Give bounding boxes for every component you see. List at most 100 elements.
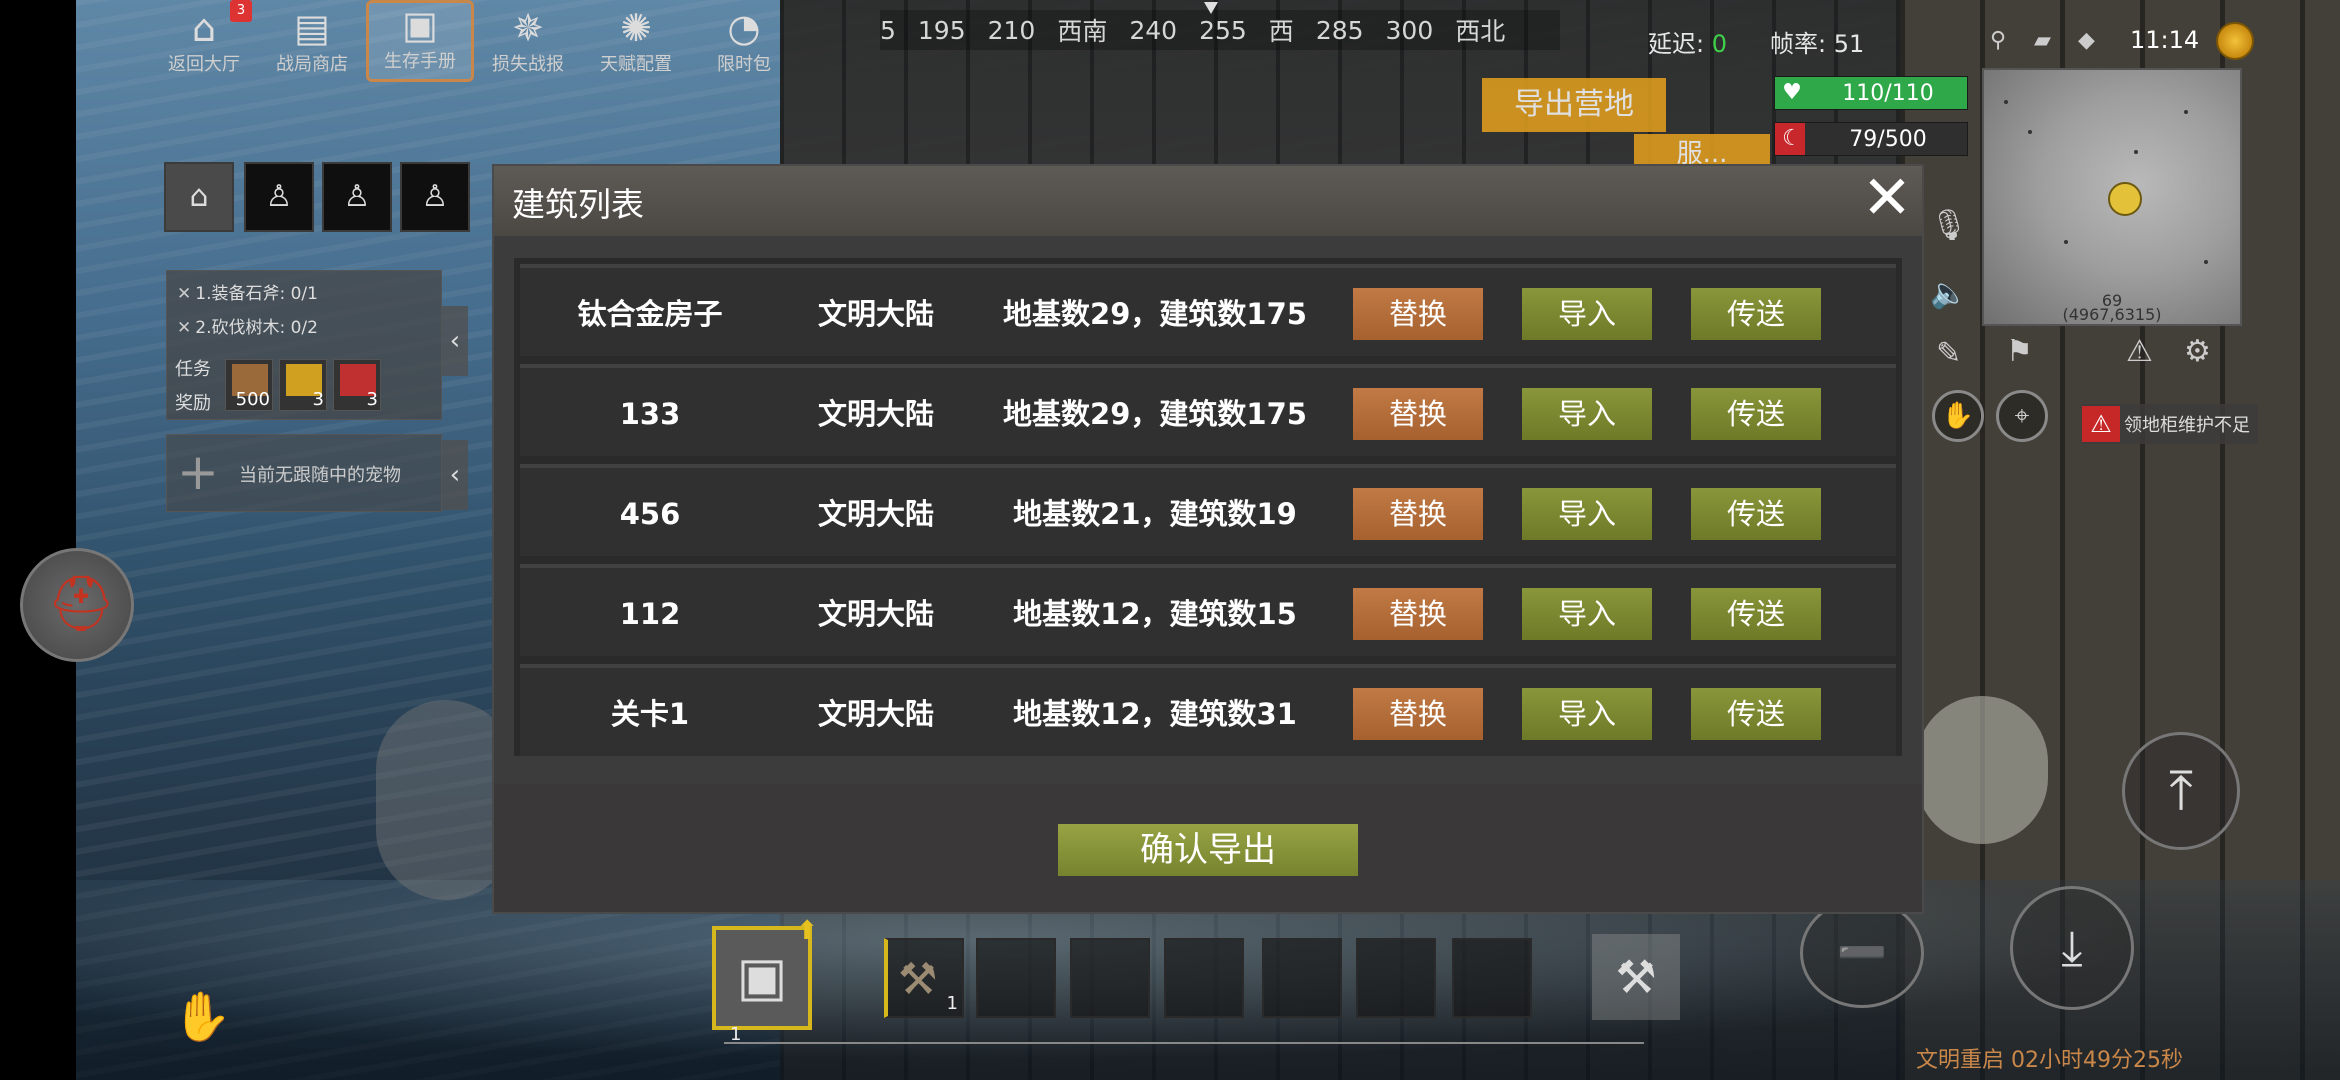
confirm-export-button[interactable]: 确认导出 xyxy=(1058,824,1358,876)
heart-icon: ♥ xyxy=(1782,80,1802,105)
building-name: 112 xyxy=(619,597,681,631)
pen-icon[interactable]: ✎ xyxy=(1936,336,1961,371)
spartan-helmet-icon: ⛑ xyxy=(47,572,116,635)
export-camp-button[interactable]: 导出营地 xyxy=(1482,78,1666,132)
hotbar-slot[interactable]: ⚒ 1 xyxy=(884,938,964,1018)
compass-tick: 285 xyxy=(1315,15,1364,45)
sun-icon[interactable] xyxy=(2216,22,2254,60)
backpack-button[interactable]: ▣ ⬆ xyxy=(712,916,818,1030)
replace-button[interactable]: 替换 xyxy=(1353,488,1483,540)
minimap-coordinates: (4967,6315) xyxy=(2062,305,2162,324)
task-item: ✕ 2.砍伐树木: 0/2 xyxy=(177,313,318,338)
hunger-text: 79/500 xyxy=(1849,127,1927,152)
reward-item[interactable]: 3 xyxy=(333,359,381,411)
warning-icon[interactable]: ⚠ xyxy=(2126,334,2153,369)
replace-button[interactable]: 替换 xyxy=(1353,588,1483,640)
close-icon[interactable]: ✕ xyxy=(1852,166,1922,236)
task-item: ✕ 1.装备石斧: 0/1 xyxy=(177,279,318,304)
hotbar-slot[interactable] xyxy=(1164,938,1244,1018)
collapse-task-button[interactable]: ‹ xyxy=(442,306,468,376)
hotbar-slot[interactable] xyxy=(1356,938,1436,1018)
replace-button[interactable]: 替换 xyxy=(1353,388,1483,440)
teleport-button[interactable]: 传送 xyxy=(1691,388,1821,440)
hotbar-slot[interactable] xyxy=(1452,938,1532,1018)
glove-settings-icon[interactable]: ✋ xyxy=(172,988,252,1058)
building-info: 地基数12，建筑数31 xyxy=(1013,697,1297,731)
top-menu-item-0[interactable]: ⌂ 返回大厅 3 xyxy=(150,0,258,82)
server-tab-button[interactable]: 服... xyxy=(1634,134,1770,169)
pet-panel[interactable]: + 当前无跟随中的宠物 xyxy=(166,434,442,512)
add-teammate-slot[interactable]: ♙ xyxy=(244,162,314,232)
speaker-muted-icon[interactable]: 🔈 xyxy=(1930,276,1967,311)
map-speck xyxy=(2184,110,2188,114)
add-team-home-icon[interactable]: ⌂ xyxy=(164,162,234,232)
reward-item[interactable]: 500 xyxy=(225,359,273,411)
build-tools-icon[interactable]: ⚒ xyxy=(1592,934,1680,1020)
gear-icon[interactable]: ⚙ xyxy=(2184,334,2211,369)
latency-label: 延迟: xyxy=(1648,30,1705,58)
teleport-button[interactable]: 传送 xyxy=(1691,488,1821,540)
building-name: 钛合金房子 xyxy=(577,297,723,331)
building-info: 地基数12，建筑数15 xyxy=(1013,597,1297,631)
task-item-text: 2.砍伐树木: 0/2 xyxy=(195,318,318,338)
prone-button[interactable]: ➖ xyxy=(1800,898,1924,1008)
gesture-icon[interactable]: ✋ xyxy=(1932,390,1984,442)
knife-attack-button[interactable] xyxy=(1916,696,2048,844)
building-row: 钛合金房子 文明大陆 地基数29，建筑数175 替换 导入 传送 xyxy=(520,264,1896,356)
moon-icon: ☾ xyxy=(1782,126,1802,151)
teleport-button[interactable]: 传送 xyxy=(1691,588,1821,640)
building-region: 文明大陆 xyxy=(817,397,934,431)
add-teammate-slot[interactable]: ♙ xyxy=(400,162,470,232)
flag-icon[interactable]: ⚑ xyxy=(2006,334,2033,369)
task-panel[interactable]: ✕ 1.装备石斧: 0/1 ✕ 2.砍伐树木: 0/2 任务 奖励 500 3 3 xyxy=(166,270,442,420)
replace-button[interactable]: 替换 xyxy=(1353,288,1483,340)
player-position-icon xyxy=(2108,182,2142,216)
fps-label: 帧率: xyxy=(1770,30,1827,58)
compass-tick: 西南 xyxy=(1057,17,1108,46)
reward-item[interactable]: 3 xyxy=(279,359,327,411)
compass-tick: 西 xyxy=(1268,17,1294,46)
location-pin-icon[interactable]: ⌖ xyxy=(1996,390,2048,442)
dialog-header: 建筑列表 ✕ xyxy=(494,166,1922,236)
compass-tick: 195 xyxy=(917,15,966,45)
minimap[interactable]: 69 (4967,6315) xyxy=(1982,68,2242,326)
jump-button[interactable]: ⤒ xyxy=(2122,732,2240,850)
map-speck xyxy=(2004,100,2008,104)
building-name: 关卡1 xyxy=(610,697,690,731)
import-button[interactable]: 导入 xyxy=(1522,588,1652,640)
top-menu-item-2[interactable]: ▣ 生存手册 xyxy=(366,0,474,82)
teleport-button[interactable]: 传送 xyxy=(1691,688,1821,740)
crouch-button[interactable]: ⤓ xyxy=(2010,886,2134,1010)
territory-warning[interactable]: ⚠ 领地柜维护不足 xyxy=(2082,404,2258,444)
import-button[interactable]: 导入 xyxy=(1522,488,1652,540)
top-menu-item-1[interactable]: ▤ 战局商店 xyxy=(258,0,366,82)
collapse-pet-button[interactable]: ‹ xyxy=(442,440,468,510)
helmet-button[interactable]: ⛑ xyxy=(20,548,134,662)
hotbar-slot[interactable] xyxy=(1070,938,1150,1018)
hotbar-slot[interactable] xyxy=(1262,938,1342,1018)
top-menu-item-3[interactable]: ✵ 损失战报 xyxy=(474,0,582,82)
building-region: 文明大陆 xyxy=(817,697,934,731)
signal-icon: ▰ xyxy=(2034,28,2051,53)
map-speck xyxy=(2064,240,2068,244)
latency-display: 延迟: 0 xyxy=(1648,24,1727,59)
task-item-text: 1.装备石斧: 0/1 xyxy=(195,284,318,304)
import-button[interactable]: 导入 xyxy=(1522,288,1652,340)
hotbar-slot[interactable] xyxy=(976,938,1056,1018)
upgrade-arrow-icon: ⬆ xyxy=(796,916,818,946)
building-info: 地基数29，建筑数175 xyxy=(1003,297,1307,331)
import-button[interactable]: 导入 xyxy=(1522,688,1652,740)
building-name: 133 xyxy=(619,397,681,431)
replace-button[interactable]: 替换 xyxy=(1353,688,1483,740)
top-menu-item-4[interactable]: ✺ 天赋配置 xyxy=(582,0,690,82)
add-teammate-slot[interactable]: ♙ xyxy=(322,162,392,232)
top-menu-label: 天赋配置 xyxy=(600,54,672,75)
battery-icon: ◆ xyxy=(2078,28,2095,53)
top-menu: ⌂ 返回大厅 3 ▤ 战局商店 ▣ 生存手册 ✵ 损失战报 ✺ 天赋配置 ◔ 限时包 xyxy=(150,0,798,82)
cross-icon: ✕ xyxy=(177,318,192,338)
top-menu-item-5[interactable]: ◔ 限时包 xyxy=(690,0,798,82)
teleport-button[interactable]: 传送 xyxy=(1691,288,1821,340)
building-row: 456 文明大陆 地基数21，建筑数19 替换 导入 传送 xyxy=(520,464,1896,556)
microphone-muted-icon[interactable]: 🎙 xyxy=(1930,208,1968,243)
import-button[interactable]: 导入 xyxy=(1522,388,1652,440)
